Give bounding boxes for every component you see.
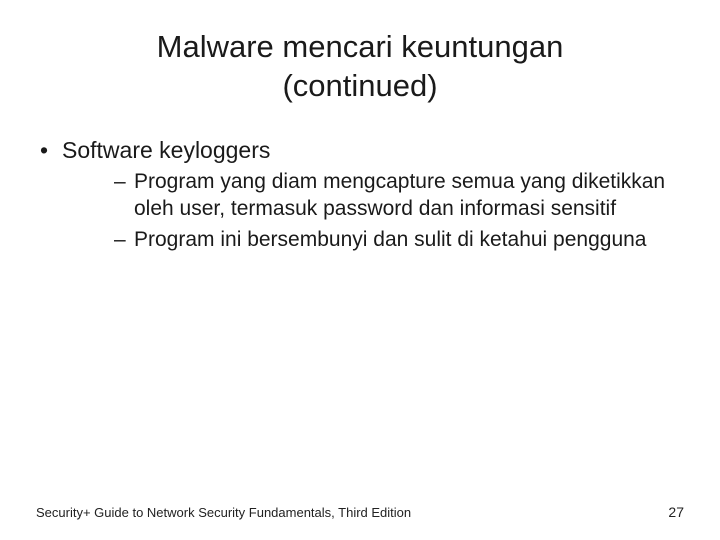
bullet-l2-text: Program yang diam mengcapture semua yang… xyxy=(134,170,665,220)
bullet-l1-text: Software keyloggers xyxy=(62,137,270,163)
bullet-l2: Program ini bersembunyi dan sulit di ket… xyxy=(62,227,684,254)
title-line-2: (continued) xyxy=(282,68,437,103)
page-number: 27 xyxy=(668,504,684,520)
bullet-l1: Software keyloggers Program yang diam me… xyxy=(36,136,684,255)
title-line-1: Malware mencari keuntungan xyxy=(157,29,564,64)
bullet-l2-text: Program ini bersembunyi dan sulit di ket… xyxy=(134,228,646,251)
sub-bullet-list: Program yang diam mengcapture semua yang… xyxy=(62,169,684,254)
slide: Malware mencari keuntungan (continued) S… xyxy=(0,0,720,540)
footer-text: Security+ Guide to Network Security Fund… xyxy=(36,505,411,520)
slide-title: Malware mencari keuntungan (continued) xyxy=(36,28,684,106)
bullet-list: Software keyloggers Program yang diam me… xyxy=(36,136,684,255)
bullet-l2: Program yang diam mengcapture semua yang… xyxy=(62,169,684,223)
